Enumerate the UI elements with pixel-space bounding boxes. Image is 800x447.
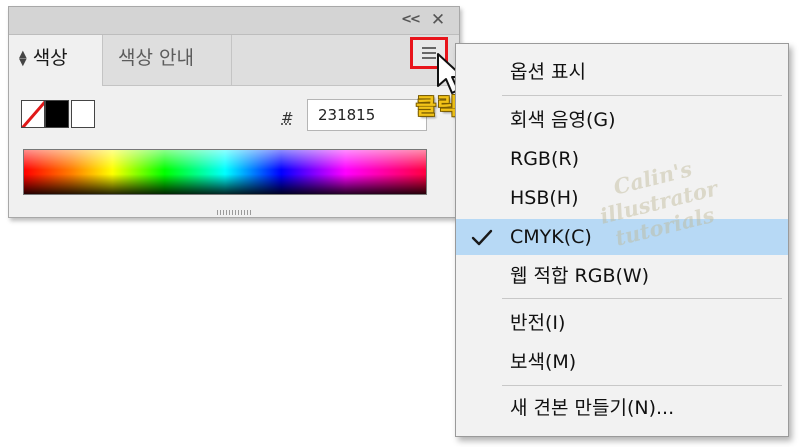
menu-separator [502,298,782,299]
none-swatch-icon[interactable] [21,100,45,128]
menu-item-label: 회색 음영(G) [510,109,616,131]
hamburger-menu-icon [422,47,436,49]
hex-label: # [281,109,294,127]
tab-color[interactable]: ▲ ▼ 색상 [9,35,103,86]
menu-separator [502,95,782,96]
hamburger-menu-icon-line [422,57,436,59]
black-swatch-icon[interactable] [45,100,69,128]
menu-item-label: 웹 적합 RGB(W) [510,265,650,287]
menu-item-label: 옵션 표시 [510,61,586,83]
sort-arrows-icon[interactable]: ▲ ▼ [19,49,27,67]
menu-item-create-new-swatch[interactable]: 새 견본 만들기(N)... [456,390,788,426]
resize-grip[interactable] [217,210,253,215]
menu-item-label: 새 견본 만들기(N)... [510,397,675,419]
menu-item-label: 보색(M) [510,351,577,373]
menu-item-complement[interactable]: 보색(M) [456,344,788,380]
panel-tabs: ▲ ▼ 색상 색상 안내 [9,35,459,86]
double-chevron-left-icon[interactable]: << [401,10,421,30]
tab-color-guide[interactable]: 색상 안내 [104,35,232,85]
hamburger-menu-icon-line [422,52,436,54]
tab-color-guide-label: 색상 안내 [118,47,194,69]
click-annotation: 클릭 [416,95,459,120]
menu-item-invert[interactable]: 반전(I) [456,305,788,341]
menu-item-label: RGB(R) [510,148,579,170]
color-spectrum-bar[interactable] [23,149,427,195]
menu-item-label: CMYK(C) [510,226,592,248]
white-swatch-icon[interactable] [71,100,95,128]
menu-item-grayscale[interactable]: 회색 음영(G) [456,102,788,138]
tab-color-label: 색상 [32,47,68,69]
checkmark-icon [471,229,493,246]
panel-titlebar[interactable]: << ✕ [9,7,459,35]
color-panel: << ✕ ▲ ▼ 색상 색상 안내 # [8,6,460,218]
menu-item-show-options[interactable]: 옵션 표시 [456,54,788,90]
menu-item-label: 반전(I) [510,312,566,334]
close-icon[interactable]: ✕ [429,10,447,30]
menu-separator [502,385,782,386]
menu-item-label: HSB(H) [510,187,579,209]
fill-stroke-swatches [21,100,97,128]
hex-input[interactable] [307,99,427,131]
menu-item-web-safe-rgb[interactable]: 웹 적합 RGB(W) [456,258,788,294]
